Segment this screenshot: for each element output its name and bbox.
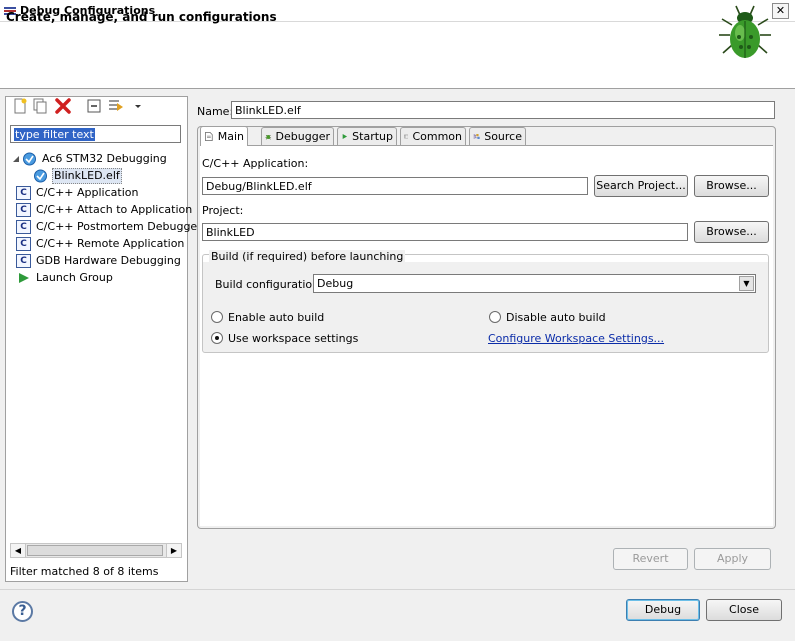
tree-item-label: Ac6 STM32 Debugging	[42, 152, 167, 165]
bug-icon	[719, 5, 771, 58]
tab-source[interactable]: Source	[469, 127, 526, 145]
common-tab-icon	[404, 134, 409, 139]
scroll-right-icon[interactable]: ▶	[166, 544, 181, 557]
debugger-tab-icon	[265, 134, 272, 140]
disable-auto-build-radio[interactable]	[489, 311, 501, 323]
tree-item-label: Launch Group	[36, 271, 113, 284]
scrollbar-thumb[interactable]	[27, 545, 163, 556]
c-application-icon: C	[16, 254, 31, 268]
chevron-down-icon[interactable]: ▼	[739, 276, 754, 291]
startup-tab-icon	[342, 134, 348, 139]
filter-status: Filter matched 8 of 8 items	[10, 565, 159, 578]
enable-auto-build-label: Enable auto build	[228, 311, 325, 324]
cpp-application-label: C/C++ Application:	[202, 157, 309, 170]
filter-text: type filter text	[14, 128, 95, 141]
ac6-debug-icon	[34, 169, 47, 183]
configure-workspace-settings-link[interactable]: Configure Workspace Settings...	[488, 332, 664, 345]
c-application-icon: C	[16, 237, 31, 251]
tree-node-cpp-remote[interactable]: C C/C++ Remote Application	[16, 236, 185, 252]
apply-button[interactable]: Apply	[694, 548, 771, 570]
tree-item-label: C/C++ Application	[36, 186, 139, 199]
tree-node-launch-group[interactable]: Launch Group	[16, 270, 114, 286]
browse-project-button[interactable]: Browse...	[694, 221, 769, 243]
banner	[0, 22, 795, 89]
launch-group-icon	[19, 273, 29, 283]
c-application-icon: C	[16, 220, 31, 234]
tree-node-gdb-hardware[interactable]: C GDB Hardware Debugging	[16, 253, 182, 269]
tree-item-label: BlinkLED.elf	[52, 168, 122, 184]
tree-node-blinkled-elf[interactable]: BlinkLED.elf	[33, 168, 122, 184]
expand-toggle-icon[interactable]	[12, 155, 20, 163]
tree-node-ac6-stm32-debugging[interactable]: Ac6 STM32 Debugging	[12, 151, 168, 167]
chevron-down-icon[interactable]	[129, 97, 147, 115]
tree-node-cpp-application[interactable]: C C/C++ Application	[16, 185, 139, 201]
tab-main[interactable]: Main	[200, 126, 248, 146]
tab-label: Debugger	[275, 130, 330, 143]
tree-item-label: C/C++ Attach to Application	[36, 203, 193, 216]
disable-auto-build-label: Disable auto build	[506, 311, 606, 324]
source-tab-icon	[473, 134, 480, 139]
search-project-button[interactable]: Search Project...	[594, 175, 688, 197]
footer-separator	[0, 589, 795, 590]
collapse-all-icon[interactable]	[85, 97, 103, 115]
browse-application-button[interactable]: Browse...	[694, 175, 769, 197]
build-configuration-select[interactable]: Debug ▼	[313, 274, 756, 293]
tab-label: Common	[412, 130, 462, 143]
close-button[interactable]: Close	[706, 599, 782, 621]
delete-configuration-icon[interactable]	[54, 97, 72, 115]
tab-label: Main	[217, 130, 244, 143]
tree-node-cpp-postmortem[interactable]: C C/C++ Postmortem Debugger	[16, 219, 203, 235]
use-workspace-settings-radio[interactable]	[211, 332, 223, 344]
scroll-left-icon[interactable]: ◀	[11, 544, 26, 557]
tab-debugger[interactable]: Debugger	[261, 127, 334, 145]
build-configuration-label: Build configuration:	[215, 278, 323, 291]
project-input[interactable]: BlinkLED	[202, 223, 688, 241]
revert-button[interactable]: Revert	[613, 548, 688, 570]
help-icon[interactable]: ?	[12, 601, 33, 622]
tree-item-label: C/C++ Postmortem Debugger	[36, 220, 202, 233]
window-close-button[interactable]: ✕	[772, 3, 789, 19]
tree-item-label: C/C++ Remote Application	[36, 237, 185, 250]
tab-common[interactable]: Common	[400, 127, 466, 145]
name-label: Name:	[197, 105, 234, 118]
duplicate-configuration-icon[interactable]	[31, 97, 49, 115]
debug-button[interactable]: Debug	[626, 599, 700, 621]
filter-icon[interactable]	[107, 97, 125, 115]
c-application-icon: C	[16, 186, 31, 200]
project-label: Project:	[202, 204, 244, 217]
enable-auto-build-radio[interactable]	[211, 311, 223, 323]
banner-title: Create, manage, and run configurations	[6, 10, 277, 24]
tab-label: Source	[484, 130, 522, 143]
horizontal-scrollbar[interactable]: ◀ ▶	[10, 543, 182, 558]
use-workspace-settings-label: Use workspace settings	[228, 332, 359, 345]
cpp-application-input[interactable]: Debug/BlinkLED.elf	[202, 177, 588, 195]
name-input[interactable]: BlinkLED.elf	[231, 101, 775, 119]
build-configuration-value: Debug	[317, 277, 354, 290]
tree-node-cpp-attach[interactable]: C C/C++ Attach to Application	[16, 202, 193, 218]
main-tab-icon	[205, 132, 213, 141]
c-application-icon: C	[16, 203, 31, 217]
new-configuration-icon[interactable]	[11, 97, 29, 115]
tab-label: Startup	[352, 130, 393, 143]
ac6-debug-icon	[23, 152, 36, 166]
filter-input[interactable]: type filter text	[10, 125, 181, 143]
tree-item-label: GDB Hardware Debugging	[36, 254, 181, 267]
build-group-label: Build (if required) before launching	[209, 250, 406, 263]
tab-startup[interactable]: Startup	[337, 127, 397, 145]
